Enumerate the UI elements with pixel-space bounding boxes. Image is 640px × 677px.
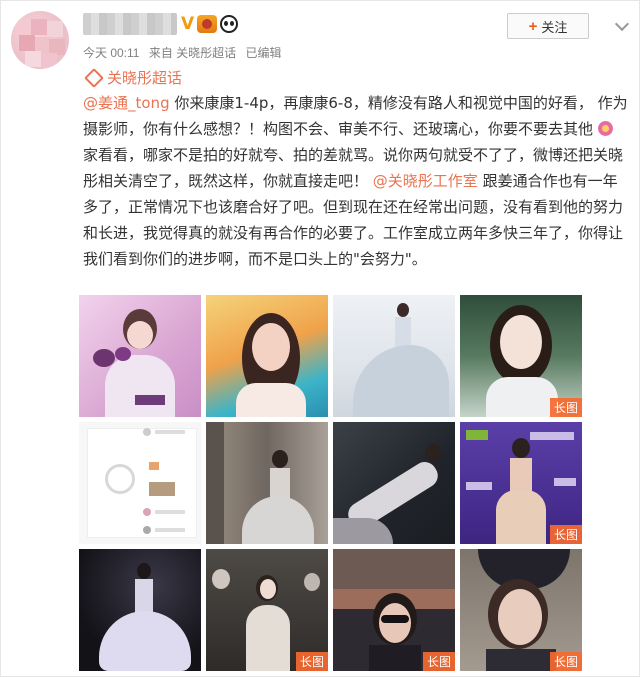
- plus-icon: +: [528, 17, 538, 35]
- post-source[interactable]: 来自 关晓彤超话: [149, 46, 236, 60]
- image-grid: 长图 长图 长图 长图 长图: [79, 295, 584, 671]
- avatar[interactable]: [11, 11, 69, 69]
- image-thumbnail[interactable]: [79, 295, 201, 417]
- topic-diamond-icon: [84, 67, 104, 88]
- image-thumbnail[interactable]: [206, 295, 328, 417]
- long-image-tag: 长图: [549, 652, 582, 671]
- image-thumbnail[interactable]: [206, 422, 328, 544]
- follow-button[interactable]: + 关注: [507, 13, 589, 39]
- flower-emoji-icon: [597, 121, 613, 136]
- topic-link[interactable]: 关晓彤超话: [84, 67, 183, 88]
- post-time[interactable]: 今天 00:11: [83, 46, 139, 60]
- username-blurred[interactable]: [83, 13, 177, 35]
- image-thumbnail[interactable]: 长图: [460, 549, 582, 671]
- mention-link[interactable]: @关晓彤工作室: [373, 172, 478, 190]
- topic-label: 关晓彤超话: [107, 70, 183, 87]
- lion-badge-icon[interactable]: [197, 15, 217, 33]
- post-content: @姜通_tong 你来康康1-4p，再康康6-8，精修没有路人和视觉中国的好看，…: [83, 90, 631, 272]
- mention-link[interactable]: @姜通_tong: [83, 94, 170, 112]
- long-image-tag: 长图: [549, 525, 582, 544]
- image-thumbnail[interactable]: 长图: [333, 549, 455, 671]
- post-meta: 今天 00:11 来自 关晓彤超话 已编辑: [83, 44, 288, 61]
- image-thumbnail[interactable]: [79, 549, 201, 671]
- image-thumbnail[interactable]: 长图: [460, 422, 582, 544]
- edited-label: 已编辑: [245, 46, 282, 60]
- long-image-tag: 长图: [295, 652, 328, 671]
- chevron-down-icon[interactable]: [614, 16, 630, 32]
- long-image-tag: 长图: [422, 652, 455, 671]
- image-thumbnail[interactable]: [79, 422, 201, 544]
- panda-badge-icon[interactable]: [220, 15, 238, 33]
- verified-icon: V: [181, 14, 195, 34]
- image-thumbnail[interactable]: 长图: [206, 549, 328, 671]
- image-thumbnail[interactable]: [333, 295, 455, 417]
- long-image-tag: 长图: [549, 398, 582, 417]
- weibo-post-card: V 今天 00:11 来自 关晓彤超话 已编辑 + 关注 关晓彤超话 @姜通_t…: [0, 0, 640, 677]
- follow-button-label: 关注: [541, 19, 568, 35]
- image-thumbnail[interactable]: 长图: [460, 295, 582, 417]
- image-thumbnail[interactable]: [333, 422, 455, 544]
